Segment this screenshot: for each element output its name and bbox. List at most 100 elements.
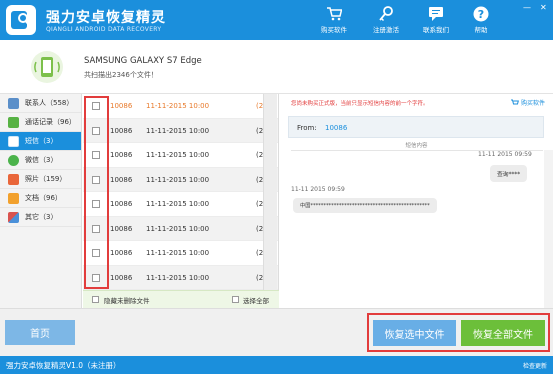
hide-undeleted-label: 隐藏未删除文件 xyxy=(104,297,150,305)
register-label: 注册激活 xyxy=(373,26,399,34)
row-checkbox[interactable] xyxy=(92,151,100,159)
row-checkbox[interactable] xyxy=(92,102,100,110)
sms-icon xyxy=(8,135,19,147)
row-sender: 10086 xyxy=(110,273,133,282)
sidebar-item-label: 文档（96） xyxy=(25,194,62,202)
trial-notice: 您尚未购买正式版，当前只显示短信内容的前一个字符。 xyxy=(291,101,429,107)
message-time: 11-11 2015 09:59 xyxy=(291,186,345,193)
from-value: 10086 xyxy=(325,124,348,132)
from-bar: From: 10086 xyxy=(288,116,544,138)
row-sender: 10086 xyxy=(110,175,133,184)
received-message-bubble: 中国**************************************… xyxy=(293,198,437,213)
svg-text:?: ? xyxy=(478,8,484,21)
category-sidebar: 联系人（558） 通话记录（96） 短信（3） 微信（3） 照片（159） 文档… xyxy=(0,94,82,308)
chat-icon xyxy=(429,7,443,21)
sidebar-item-wechat[interactable]: 微信（3） xyxy=(0,151,81,170)
device-info-bar: SAMSUNG GALAXY S7 Edge 共扫描出2346个文件！ xyxy=(0,40,553,94)
scan-count-text: 共扫描出2346个文件！ xyxy=(84,71,158,79)
photo-icon xyxy=(8,173,19,185)
help-label: 帮助 xyxy=(474,26,488,34)
sms-detail-panel: 您尚未购买正式版，当前只显示短信内容的前一个字符。 购买软件 From: 100… xyxy=(280,94,553,308)
row-date: 11-11-2015 10:00 xyxy=(146,175,210,184)
table-row[interactable]: 10086 11-11-2015 10:00 (26) xyxy=(83,118,278,143)
row-date: 11-11-2015 10:00 xyxy=(146,102,210,110)
minimize-button[interactable]: — xyxy=(523,3,531,12)
buy-software-button[interactable]: 购买软件 xyxy=(312,5,356,37)
contact-us-label: 联系我们 xyxy=(423,26,449,34)
sidebar-item-label: 微信（3） xyxy=(25,156,58,164)
sidebar-item-label: 照片（159） xyxy=(25,175,67,183)
table-row[interactable]: 10086 11-11-2015 10:00 (26) xyxy=(83,143,278,168)
sidebar-item-label: 通话记录（96） xyxy=(25,118,76,126)
row-checkbox[interactable] xyxy=(92,200,100,208)
row-sender: 10086 xyxy=(110,151,133,159)
table-row[interactable]: 10086 11-11-2015 10:00 (26) xyxy=(83,216,278,241)
row-checkbox[interactable] xyxy=(92,126,100,135)
row-sender: 10086 xyxy=(110,224,133,233)
check-update-link[interactable]: 检查更新 xyxy=(523,361,547,370)
table-row[interactable]: 10086 11-11-2015 10:00 (26) xyxy=(83,192,278,217)
row-checkbox[interactable] xyxy=(92,175,100,184)
status-bar: 强力安卓恢复精灵V1.0（未注册） 检查更新 xyxy=(0,356,553,374)
table-row[interactable]: 10086 11-11-2015 10:00 (26) xyxy=(83,94,278,119)
list-footer: 隐藏未删除文件 选择全部 xyxy=(83,290,279,308)
select-all-label: 选择全部 xyxy=(243,297,269,305)
register-button[interactable]: 注册激活 xyxy=(364,5,408,37)
message-time: 11-11 2015 09:59 xyxy=(478,151,532,158)
row-date: 11-11-2015 10:00 xyxy=(146,151,210,159)
home-button[interactable]: 首页 xyxy=(5,320,75,345)
table-row[interactable]: 10086 11-11-2015 10:00 (26) xyxy=(83,167,278,192)
from-label: From: xyxy=(297,124,317,132)
sidebar-item-photos[interactable]: 照片（159） xyxy=(0,170,81,189)
row-sender: 10086 xyxy=(110,102,133,110)
row-checkbox[interactable] xyxy=(92,249,100,257)
sidebar-item-documents[interactable]: 文档（96） xyxy=(0,189,81,208)
row-sender: 10086 xyxy=(110,249,133,257)
list-scrollbar[interactable] xyxy=(263,94,277,290)
sidebar-item-label: 联系人（558） xyxy=(25,99,74,107)
help-button[interactable]: ? 帮助 xyxy=(459,5,503,37)
close-button[interactable]: ✕ xyxy=(540,3,547,12)
help-icon: ? xyxy=(473,6,489,22)
row-date: 11-11-2015 10:00 xyxy=(146,126,210,135)
device-name: SAMSUNG GALAXY S7 Edge xyxy=(84,56,202,66)
detail-scrollbar[interactable] xyxy=(544,150,553,308)
sidebar-item-label: 其它（3） xyxy=(25,213,58,221)
row-date: 11-11-2015 10:00 xyxy=(146,249,210,257)
bottom-bar: 首页 恢复选中文件 恢复全部文件 xyxy=(0,308,553,356)
row-checkbox[interactable] xyxy=(92,224,100,233)
hide-undeleted-checkbox[interactable] xyxy=(92,296,99,303)
app-title: 强力安卓恢复精灵 xyxy=(46,10,166,26)
wechat-icon xyxy=(8,154,19,166)
phone-icon xyxy=(31,51,63,83)
buy-software-link[interactable]: 购买软件 xyxy=(510,98,545,107)
row-checkbox[interactable] xyxy=(92,273,100,282)
row-sender: 10086 xyxy=(110,200,133,208)
other-icon xyxy=(8,211,19,223)
cart-icon xyxy=(510,99,519,104)
phone-call-icon xyxy=(8,116,19,128)
cart-icon xyxy=(327,7,342,21)
sms-thread-list: 10086 11-11-2015 10:00 (26) 10086 11-11-… xyxy=(83,94,279,308)
sidebar-item-contacts[interactable]: 联系人（558） xyxy=(0,94,81,113)
sidebar-item-call-log[interactable]: 通话记录（96） xyxy=(0,113,81,132)
row-date: 11-11-2015 10:00 xyxy=(146,200,210,208)
contacts-icon xyxy=(8,97,19,109)
android-logo-icon xyxy=(11,11,31,29)
app-logo xyxy=(6,5,36,35)
content-label: 短信内容 xyxy=(405,143,428,149)
restore-selected-button[interactable]: 恢复选中文件 xyxy=(373,320,456,346)
document-icon xyxy=(8,192,19,204)
contact-us-button[interactable]: 联系我们 xyxy=(414,5,458,37)
table-row[interactable]: 10086 11-11-2015 10:00 (26) xyxy=(83,265,278,290)
sidebar-item-sms[interactable]: 短信（3） xyxy=(0,132,81,151)
select-all-checkbox[interactable] xyxy=(232,296,239,303)
table-row[interactable]: 10086 11-11-2015 10:00 (26) xyxy=(83,241,278,266)
buy-link-label: 购买软件 xyxy=(520,100,545,107)
sidebar-item-other[interactable]: 其它（3） xyxy=(0,208,81,227)
sent-message-bubble: 查询**** xyxy=(490,165,528,182)
restore-all-button[interactable]: 恢复全部文件 xyxy=(461,320,545,346)
app-subtitle: QIANGLI ANDROID DATA RECOVERY xyxy=(46,26,162,33)
version-text: 强力安卓恢复精灵V1.0（未注册） xyxy=(6,361,121,370)
key-icon xyxy=(379,6,393,22)
